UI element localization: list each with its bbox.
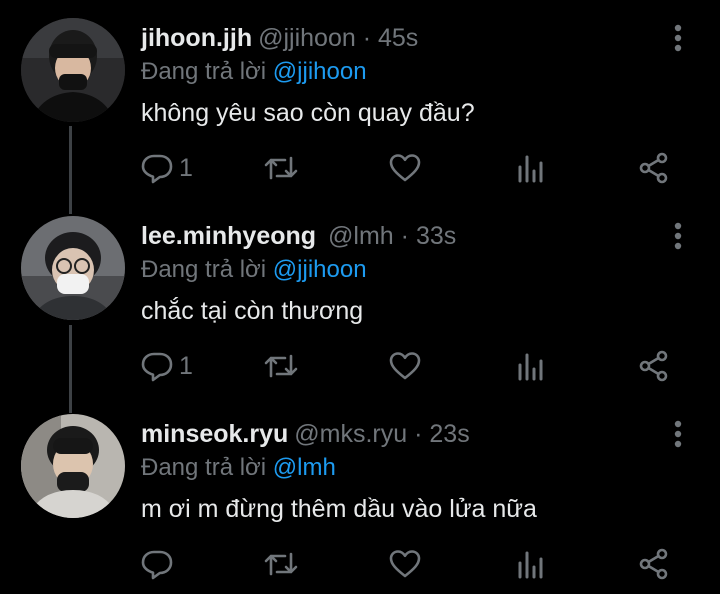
reply-count: 1: [179, 351, 193, 380]
action-bar: 1: [0, 148, 720, 188]
reply-count: 1: [179, 153, 193, 182]
display-name[interactable]: jihoon.jjh: [141, 24, 252, 52]
retweet-icon: [264, 354, 298, 378]
like-button[interactable]: [389, 148, 421, 188]
reply-prefix: Đang trả lời: [141, 256, 267, 283]
display-name[interactable]: lee.minhyeong: [141, 222, 316, 250]
avatar[interactable]: [21, 414, 125, 518]
retweet-icon: [264, 156, 298, 180]
more-icon[interactable]: [664, 22, 692, 54]
avatar[interactable]: [21, 18, 125, 122]
display-name[interactable]: minseok.ryu: [141, 420, 288, 448]
like-icon: [389, 550, 421, 578]
share-button[interactable]: [638, 346, 670, 386]
separator: ·: [414, 420, 423, 448]
timestamp[interactable]: 45s: [378, 24, 418, 52]
reply-button[interactable]: 1: [141, 346, 193, 386]
replying-to: Đang trả lời @jjihoon: [141, 254, 367, 286]
reply-icon: [141, 352, 173, 382]
retweet-icon: [264, 552, 298, 576]
tweet-text: m ơi m đừng thêm dầu vào lửa nữa: [141, 495, 537, 523]
analytics-button[interactable]: [517, 544, 545, 584]
analytics-icon: [518, 155, 543, 183]
tweet[interactable]: jihoon.jjh @jjihoon · 45s Đang trả lời @j…: [0, 0, 720, 198]
tweet[interactable]: minseok.ryu @mks.ryu · 23s Đang trả lời @…: [0, 396, 720, 594]
tweet-header: lee.minhyeong @lmh · 33s: [141, 220, 456, 252]
action-bar: 1: [0, 346, 720, 386]
analytics-icon: [518, 353, 543, 381]
like-button[interactable]: [389, 544, 421, 584]
user-handle[interactable]: @lmh: [328, 222, 394, 250]
avatar[interactable]: [21, 216, 125, 320]
analytics-button[interactable]: [517, 148, 545, 188]
tweet-text: không yêu sao còn quay đầu?: [141, 99, 475, 127]
tweet-text: chắc tại còn thương: [141, 297, 364, 325]
separator: ·: [362, 24, 372, 52]
tweet-header: minseok.ryu @mks.ryu · 23s: [141, 418, 470, 450]
retweet-button[interactable]: [263, 148, 299, 188]
reply-prefix: Đang trả lời: [141, 58, 267, 85]
reply-mention[interactable]: @jjihoon: [273, 58, 367, 85]
action-bar: [0, 544, 720, 584]
reply-icon: [141, 154, 173, 184]
share-icon: [639, 152, 668, 184]
share-button[interactable]: [638, 544, 670, 584]
user-handle[interactable]: @mks.ryu: [294, 420, 407, 448]
retweet-button[interactable]: [263, 544, 299, 584]
reply-button[interactable]: [141, 544, 179, 584]
like-button[interactable]: [389, 346, 421, 386]
tweet-header: jihoon.jjh @jjihoon · 45s: [141, 22, 418, 54]
analytics-button[interactable]: [517, 346, 545, 386]
more-icon[interactable]: [664, 220, 692, 252]
share-icon: [639, 548, 668, 580]
reply-icon: [141, 550, 173, 580]
user-handle[interactable]: @jjihoon: [258, 24, 356, 52]
like-icon: [389, 352, 421, 380]
analytics-icon: [518, 551, 543, 579]
like-icon: [389, 154, 421, 182]
reply-mention[interactable]: @lmh: [273, 454, 336, 481]
reply-mention[interactable]: @jjihoon: [273, 256, 367, 283]
retweet-button[interactable]: [263, 346, 299, 386]
separator: ·: [400, 222, 409, 250]
share-icon: [639, 350, 668, 382]
share-button[interactable]: [638, 148, 670, 188]
tweet[interactable]: lee.minhyeong @lmh · 33s Đang trả lời @jj…: [0, 198, 720, 396]
replying-to: Đang trả lời @jjihoon: [141, 56, 367, 88]
timestamp[interactable]: 23s: [429, 420, 469, 448]
reply-button[interactable]: 1: [141, 148, 193, 188]
more-icon[interactable]: [664, 418, 692, 450]
replying-to: Đang trả lời @lmh: [141, 452, 336, 484]
timestamp[interactable]: 33s: [416, 222, 456, 250]
reply-prefix: Đang trả lời: [141, 454, 267, 481]
